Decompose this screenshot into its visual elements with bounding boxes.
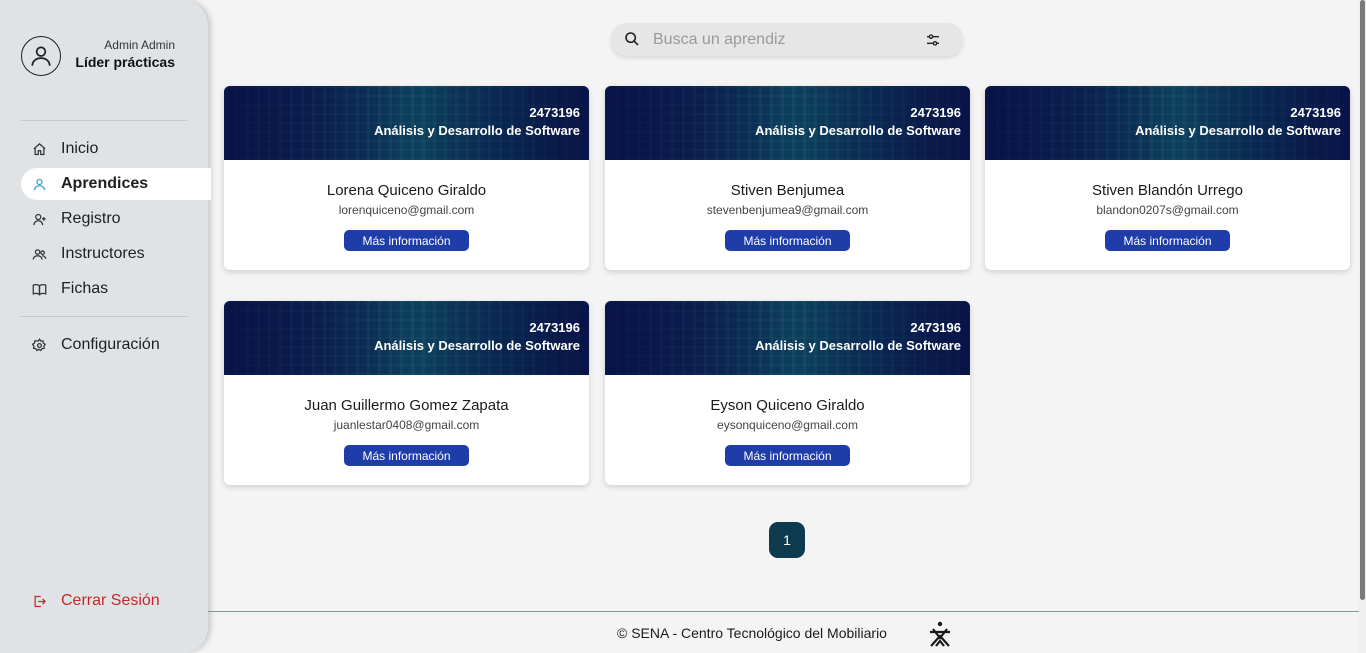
search-icon (624, 31, 640, 52)
sidebar-divider (21, 120, 187, 121)
card-email: eysonquiceno@gmail.com (717, 418, 858, 432)
logout-button[interactable]: Cerrar Sesión (21, 585, 211, 617)
apprentice-card: 2473196 Análisis y Desarrollo de Softwar… (605, 86, 970, 270)
sidebar-item-label: Inicio (61, 140, 99, 157)
card-code: 2473196 (529, 320, 580, 335)
sidebar-item-fichas[interactable]: Fichas (21, 273, 211, 305)
card-name: Stiven Benjumea (730, 182, 845, 199)
sidebar-item-inicio[interactable]: Inicio (21, 133, 211, 165)
sidebar-item-label: Instructores (61, 245, 145, 262)
card-banner: 2473196 Análisis y Desarrollo de Softwar… (224, 86, 589, 160)
card-email: blandon0207s@gmail.com (1096, 203, 1239, 217)
user-add-icon (21, 212, 61, 227)
page-button-current[interactable]: 1 (769, 522, 805, 558)
footer-divider (208, 611, 1364, 612)
scrollbar-thumb[interactable] (1360, 0, 1365, 600)
avatar-icon (21, 36, 61, 76)
user-icon (21, 177, 61, 192)
user-name: Admin Admin (104, 38, 175, 52)
sidebar-item-configuracion[interactable]: Configuración (21, 329, 211, 361)
sidebar-item-instructores[interactable]: Instructores (21, 238, 211, 270)
card-email: stevenbenjumea9@gmail.com (706, 203, 869, 217)
logout-icon (21, 594, 61, 609)
card-code: 2473196 (910, 105, 961, 120)
card-banner: 2473196 Análisis y Desarrollo de Softwar… (605, 301, 970, 375)
footer-text: © SENA - Centro Tecnológico del Mobiliar… (617, 625, 887, 641)
sidebar-item-aprendices[interactable]: Aprendices (21, 168, 211, 200)
card-name: Stiven Blandón Urrego (1092, 182, 1243, 199)
card-banner: 2473196 Análisis y Desarrollo de Softwar… (605, 86, 970, 160)
sidebar-item-label: Configuración (61, 336, 160, 353)
sidebar-item-label: Aprendices (61, 175, 149, 192)
card-program: Análisis y Desarrollo de Software (374, 338, 580, 353)
sidebar-item-label: Fichas (61, 280, 109, 297)
logout-label: Cerrar Sesión (61, 592, 160, 609)
sidebar-item-label: Registro (61, 210, 121, 227)
sidebar-item-registro[interactable]: Registro (21, 203, 211, 235)
apprentice-card: 2473196 Análisis y Desarrollo de Softwar… (605, 301, 970, 485)
card-banner: 2473196 Análisis y Desarrollo de Softwar… (224, 301, 589, 375)
card-program: Análisis y Desarrollo de Software (755, 338, 961, 353)
sidebar-divider (21, 316, 187, 317)
users-icon (21, 247, 61, 262)
apprentice-card: 2473196 Análisis y Desarrollo de Softwar… (985, 86, 1350, 270)
more-info-button[interactable]: Más información (344, 230, 469, 251)
search-input[interactable] (653, 29, 913, 51)
apprentice-card: 2473196 Análisis y Desarrollo de Softwar… (224, 301, 589, 485)
more-info-button[interactable]: Más información (1105, 230, 1230, 251)
card-banner: 2473196 Análisis y Desarrollo de Softwar… (985, 86, 1350, 160)
sidebar: Admin Admin Líder prácticas Inicio Apren… (0, 0, 211, 653)
card-code: 2473196 (910, 320, 961, 335)
card-code: 2473196 (529, 105, 580, 120)
book-icon (21, 282, 61, 297)
card-code: 2473196 (1290, 105, 1341, 120)
vertical-scrollbar[interactable] (1359, 0, 1366, 653)
card-name: Lorena Quiceno Giraldo (326, 182, 487, 199)
card-email: juanlestar0408@gmail.com (333, 418, 480, 432)
gear-icon (21, 337, 61, 353)
user-profile: Admin Admin Líder prácticas (21, 36, 187, 76)
card-email: lorenquiceno@gmail.com (338, 203, 475, 217)
search-bar (611, 23, 963, 56)
sena-logo-icon (926, 620, 954, 653)
more-info-button[interactable]: Más información (725, 230, 850, 251)
apprentice-card: 2473196 Análisis y Desarrollo de Softwar… (224, 86, 589, 270)
card-program: Análisis y Desarrollo de Software (374, 123, 580, 138)
card-name: Eyson Quiceno Giraldo (710, 397, 865, 414)
more-info-button[interactable]: Más información (344, 445, 469, 466)
card-program: Análisis y Desarrollo de Software (1135, 123, 1341, 138)
user-role: Líder prácticas (75, 54, 175, 70)
more-info-button[interactable]: Más información (725, 445, 850, 466)
filter-icon[interactable] (925, 32, 941, 53)
home-icon (21, 142, 61, 157)
card-program: Análisis y Desarrollo de Software (755, 123, 961, 138)
card-name: Juan Guillermo Gomez Zapata (304, 397, 509, 414)
